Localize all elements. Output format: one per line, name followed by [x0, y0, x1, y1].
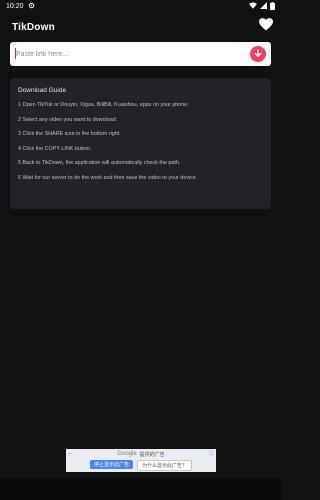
settings-icon: [28, 2, 35, 11]
status-bar: 10:20: [0, 0, 281, 13]
cellular-icon: [260, 2, 267, 11]
guide-title: Download Guide: [18, 87, 67, 94]
guide-step: 5 Back to TikDown, the application will …: [18, 160, 181, 166]
why-this-ad-button[interactable]: 为什么显示此广告？: [137, 460, 193, 471]
battery-icon: [270, 1, 275, 12]
ad-header: Google 提供的广告: [66, 449, 216, 459]
status-right: [249, 1, 275, 12]
ad-info-icon[interactable]: ⓘ: [209, 450, 214, 457]
ad-title: 提供的广告: [139, 451, 165, 458]
app-bar: TikDown: [0, 14, 281, 40]
link-input[interactable]: [10, 42, 250, 66]
guide-step: 2 Select any video you want to download.: [18, 116, 118, 123]
ad-brand: Google: [117, 451, 137, 457]
guide-step: 6 Wait for our server to do the work and…: [18, 174, 198, 181]
ad-buttons: 停止显示此广告 为什么显示此广告？: [66, 460, 216, 471]
wifi-icon: [249, 2, 257, 11]
guide-step: 3 Click the SHARE icon in the bottom rig…: [18, 131, 121, 137]
download-button[interactable]: [250, 46, 266, 62]
guide-step: 1 Open TikTok or Douyin, Xigua, BiliBili…: [18, 102, 189, 108]
system-navigation-bar: [0, 478, 281, 500]
ad-banner: ← ⓘ Google 提供的广告 停止显示此广告 为什么显示此广告？: [66, 449, 216, 472]
stop-showing-ad-button[interactable]: 停止显示此广告: [89, 460, 133, 469]
ad-back-icon[interactable]: ←: [68, 450, 74, 456]
text-cursor: [15, 48, 16, 59]
guide-step: 4 Click the COPY LINK button.: [18, 145, 92, 152]
status-time: 10:20: [6, 3, 24, 10]
download-arrow-icon: [254, 45, 262, 63]
status-left: 10:20: [6, 2, 35, 11]
search-bar: [10, 42, 271, 66]
app-title: TikDown: [12, 21, 55, 33]
heart-icon[interactable]: [259, 18, 273, 36]
download-guide-card: Download Guide 1 Open TikTok or Douyin, …: [10, 78, 271, 209]
